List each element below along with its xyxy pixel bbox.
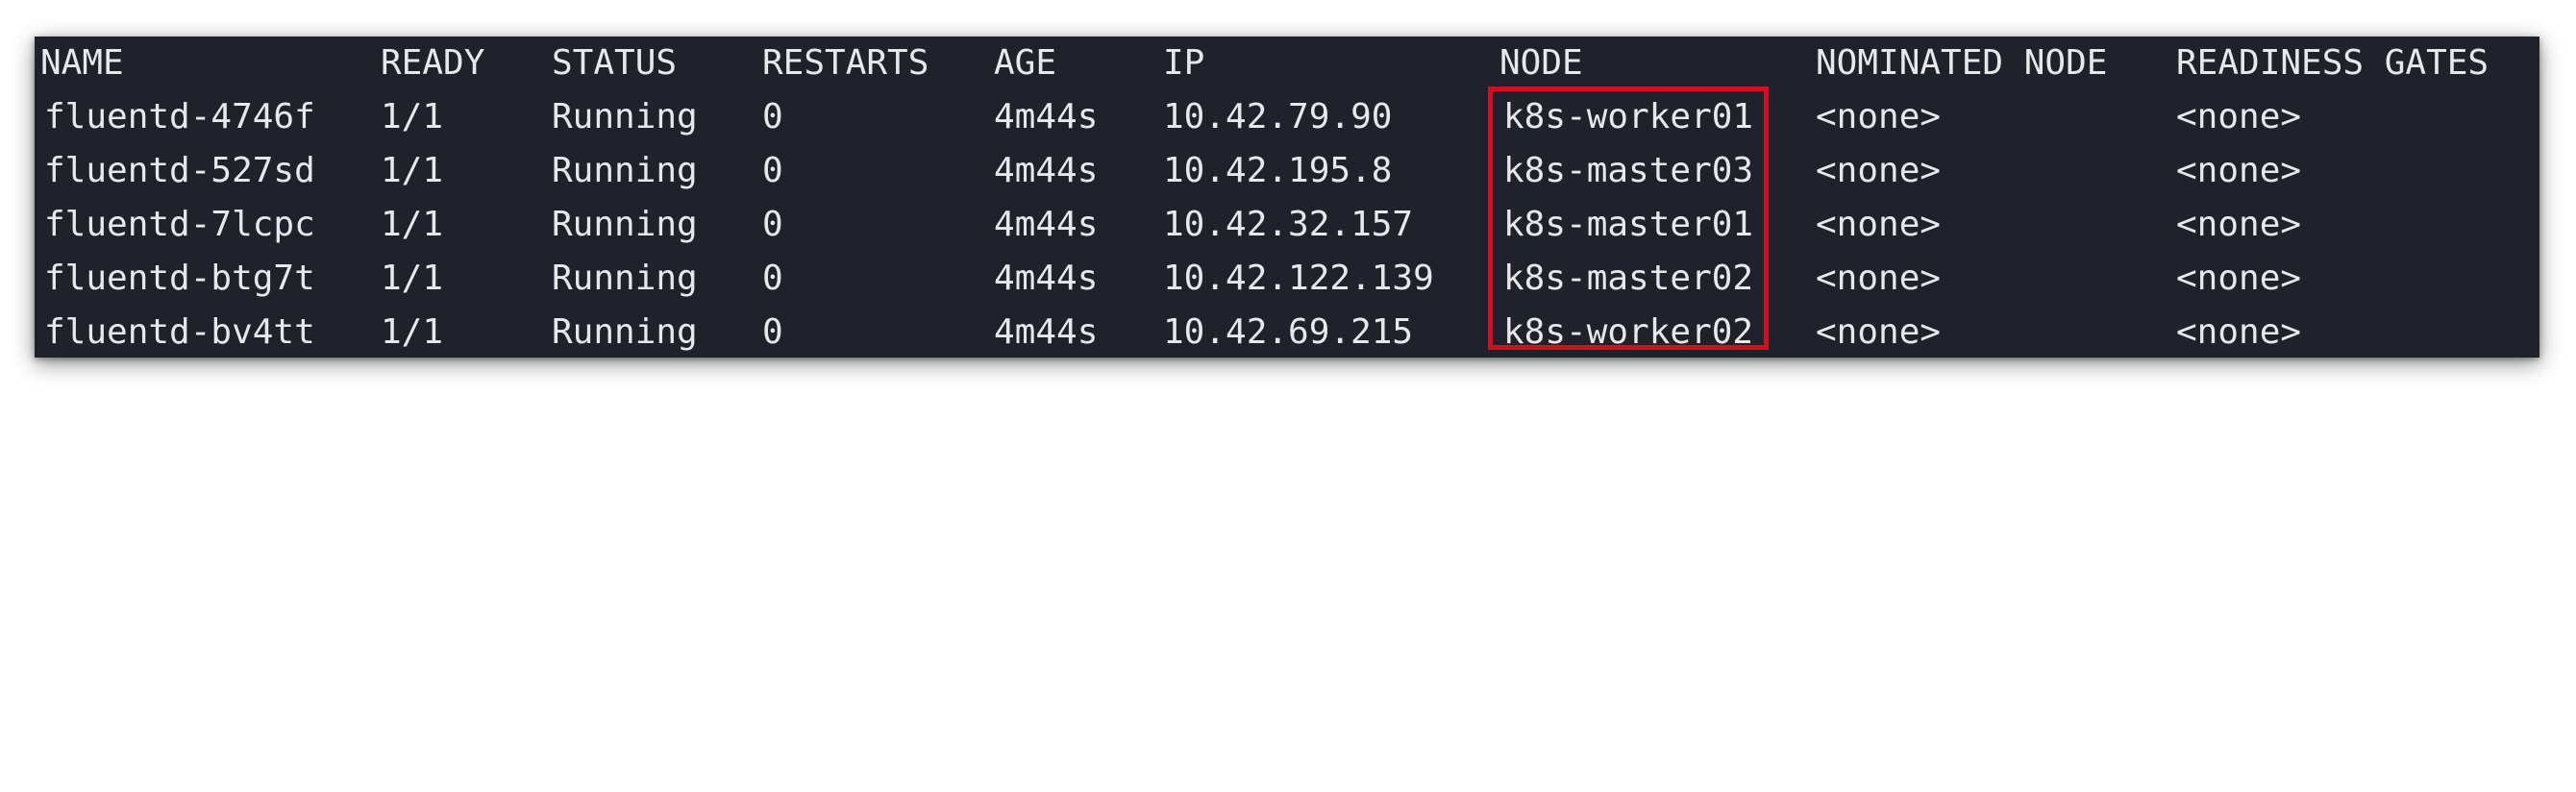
pod-age: 4m44s	[994, 151, 1099, 190]
pod-restarts: 0	[762, 205, 783, 244]
pod-status: Running	[552, 97, 698, 136]
pod-name: fluentd-bv4tt	[44, 312, 315, 352]
header-ready: READY	[381, 43, 485, 83]
pod-readiness-gates: <none>	[2176, 312, 2302, 352]
header-readiness-gates: READINESS GATES	[2176, 43, 2489, 83]
pod-ip: 10.42.195.8	[1163, 151, 1393, 190]
table-row: fluentd-bv4tt 1/1 Running 0 4m44s 10.42.…	[35, 306, 2539, 359]
pod-readiness-gates: <none>	[2176, 259, 2302, 298]
pod-ready: 1/1	[381, 259, 444, 298]
pod-ready: 1/1	[381, 97, 444, 136]
pod-restarts: 0	[762, 259, 783, 298]
pod-age: 4m44s	[994, 205, 1099, 244]
pod-status: Running	[552, 259, 698, 298]
pod-nominated-node: <none>	[1816, 205, 1942, 244]
pod-node: k8s-worker01	[1503, 97, 1754, 136]
pod-age: 4m44s	[994, 259, 1099, 298]
pod-nominated-node: <none>	[1816, 312, 1942, 352]
table-row: fluentd-btg7t 1/1 Running 0 4m44s 10.42.…	[35, 252, 2539, 306]
pod-status: Running	[552, 151, 698, 190]
pod-age: 4m44s	[994, 312, 1099, 352]
pod-status: Running	[552, 312, 698, 352]
pod-node: k8s-master02	[1503, 259, 1754, 298]
pod-node: k8s-master01	[1503, 205, 1754, 244]
pod-ready: 1/1	[381, 312, 444, 352]
pod-name: fluentd-btg7t	[44, 259, 315, 298]
pod-name: fluentd-4746f	[44, 97, 315, 136]
header-age: AGE	[994, 43, 1057, 83]
table-row: fluentd-527sd 1/1 Running 0 4m44s 10.42.…	[35, 144, 2539, 198]
pod-node: k8s-worker02	[1503, 312, 1754, 352]
pod-ready: 1/1	[381, 151, 444, 190]
pod-name: fluentd-7lcpc	[44, 205, 315, 244]
table-header-row: NAME READY STATUS RESTARTS AGE IP NODE N…	[35, 37, 2539, 90]
table-row: fluentd-4746f 1/1 Running 0 4m44s 10.42.…	[35, 90, 2539, 144]
table-row: fluentd-7lcpc 1/1 Running 0 4m44s 10.42.…	[35, 198, 2539, 252]
pod-nominated-node: <none>	[1816, 151, 1942, 190]
header-name: NAME	[40, 43, 124, 83]
pod-restarts: 0	[762, 97, 783, 136]
pod-ip: 10.42.122.139	[1163, 259, 1434, 298]
pod-ip: 10.42.69.215	[1163, 312, 1414, 352]
header-ip: IP	[1163, 43, 1205, 83]
terminal-output[interactable]: NAME READY STATUS RESTARTS AGE IP NODE N…	[35, 37, 2539, 358]
pod-name: fluentd-527sd	[44, 151, 315, 190]
header-status: STATUS	[552, 43, 678, 83]
pod-nominated-node: <none>	[1816, 259, 1942, 298]
pod-node: k8s-master03	[1503, 151, 1754, 190]
pod-ready: 1/1	[381, 205, 444, 244]
pod-ip: 10.42.79.90	[1163, 97, 1393, 136]
pod-readiness-gates: <none>	[2176, 97, 2302, 136]
terminal-window: NAME READY STATUS RESTARTS AGE IP NODE N…	[35, 37, 2539, 358]
pod-nominated-node: <none>	[1816, 97, 1942, 136]
pod-status: Running	[552, 205, 698, 244]
pod-restarts: 0	[762, 312, 783, 352]
header-nominated-node: NOMINATED NODE	[1816, 43, 2108, 83]
pod-readiness-gates: <none>	[2176, 151, 2302, 190]
pod-restarts: 0	[762, 151, 783, 190]
pod-age: 4m44s	[994, 97, 1099, 136]
header-restarts: RESTARTS	[762, 43, 929, 83]
pod-ip: 10.42.32.157	[1163, 205, 1414, 244]
pod-readiness-gates: <none>	[2176, 205, 2302, 244]
header-node: NODE	[1499, 43, 1583, 83]
